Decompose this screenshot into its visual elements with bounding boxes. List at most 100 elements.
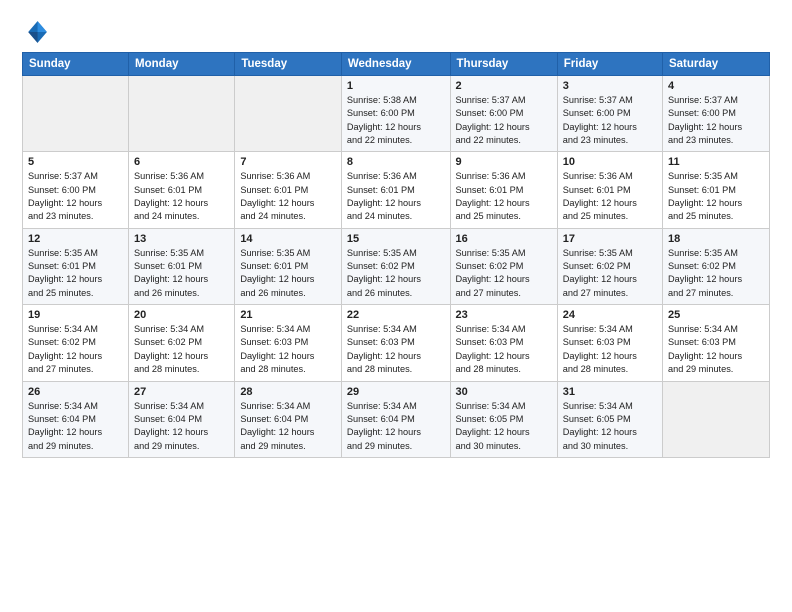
weekday-header-thursday: Thursday: [450, 53, 557, 76]
day-info: Sunrise: 5:35 AM Sunset: 6:02 PM Dayligh…: [563, 247, 657, 300]
calendar-cell: 6 Sunrise: 5:36 AM Sunset: 6:01 PM Daylig…: [129, 152, 235, 228]
day-info: Sunrise: 5:34 AM Sunset: 6:03 PM Dayligh…: [456, 323, 552, 376]
day-info: Sunrise: 5:35 AM Sunset: 6:02 PM Dayligh…: [668, 247, 764, 300]
day-info: Sunrise: 5:34 AM Sunset: 6:02 PM Dayligh…: [134, 323, 229, 376]
day-number: 31: [563, 386, 657, 398]
calendar-cell: 5Sunrise: 5:37 AM Sunset: 6:00 PM Daylig…: [23, 152, 129, 228]
day-info: Sunrise: 5:35 AM Sunset: 6:02 PM Dayligh…: [347, 247, 445, 300]
day-number: 13: [134, 233, 229, 245]
calendar-cell: 2 Sunrise: 5:37 AM Sunset: 6:00 PM Daylig…: [450, 76, 557, 152]
day-info: Sunrise: 5:35 AM Sunset: 6:02 PM Dayligh…: [456, 247, 552, 300]
week-row-5: 26 Sunrise: 5:34 AM Sunset: 6:04 PM Dayli…: [23, 381, 770, 457]
calendar-cell: 21 Sunrise: 5:34 AM Sunset: 6:03 PM Dayli…: [235, 305, 342, 381]
day-number: 15: [347, 233, 445, 245]
day-info: Sunrise: 5:34 AM Sunset: 6:03 PM Dayligh…: [668, 323, 764, 376]
calendar-cell: 19 Sunrise: 5:34 AM Sunset: 6:02 PM Dayli…: [23, 305, 129, 381]
day-info: Sunrise: 5:37 AM Sunset: 6:00 PM Dayligh…: [668, 94, 764, 147]
calendar-cell: [662, 381, 769, 457]
day-number: 16: [456, 233, 552, 245]
day-number: 28: [240, 386, 336, 398]
day-info: Sunrise: 5:34 AM Sunset: 6:03 PM Dayligh…: [240, 323, 336, 376]
day-info: Sunrise: 5:34 AM Sunset: 6:05 PM Dayligh…: [456, 400, 552, 453]
day-number: 22: [347, 309, 445, 321]
day-number: 9: [456, 156, 552, 168]
day-number: 2: [456, 80, 552, 92]
day-number: 10: [563, 156, 657, 168]
day-info: Sunrise: 5:36 AM Sunset: 6:01 PM Dayligh…: [347, 170, 445, 223]
day-info: Sunrise: 5:37 AM Sunset: 6:00 PM Dayligh…: [456, 94, 552, 147]
calendar-cell: 3 Sunrise: 5:37 AM Sunset: 6:00 PM Daylig…: [557, 76, 662, 152]
calendar-cell: 27 Sunrise: 5:34 AM Sunset: 6:04 PM Dayli…: [129, 381, 235, 457]
day-info: Sunrise: 5:37 AM Sunset: 6:00 PM Dayligh…: [28, 170, 123, 223]
weekday-header-monday: Monday: [129, 53, 235, 76]
calendar-cell: 20 Sunrise: 5:34 AM Sunset: 6:02 PM Dayli…: [129, 305, 235, 381]
calendar-cell: 24 Sunrise: 5:34 AM Sunset: 6:03 PM Dayli…: [557, 305, 662, 381]
day-number: 29: [347, 386, 445, 398]
calendar-cell: 28 Sunrise: 5:34 AM Sunset: 6:04 PM Dayli…: [235, 381, 342, 457]
calendar-cell: 22 Sunrise: 5:34 AM Sunset: 6:03 PM Dayli…: [341, 305, 450, 381]
day-number: 8: [347, 156, 445, 168]
weekday-header-friday: Friday: [557, 53, 662, 76]
day-info: Sunrise: 5:38 AM Sunset: 6:00 PM Dayligh…: [347, 94, 445, 147]
day-info: Sunrise: 5:36 AM Sunset: 6:01 PM Dayligh…: [134, 170, 229, 223]
day-number: 1: [347, 80, 445, 92]
page: SundayMondayTuesdayWednesdayThursdayFrid…: [0, 0, 792, 472]
day-info: Sunrise: 5:35 AM Sunset: 6:01 PM Dayligh…: [240, 247, 336, 300]
week-row-4: 19 Sunrise: 5:34 AM Sunset: 6:02 PM Dayli…: [23, 305, 770, 381]
day-info: Sunrise: 5:34 AM Sunset: 6:04 PM Dayligh…: [347, 400, 445, 453]
weekday-header-saturday: Saturday: [662, 53, 769, 76]
calendar-cell: 1 Sunrise: 5:38 AM Sunset: 6:00 PM Daylig…: [341, 76, 450, 152]
header: [22, 18, 770, 46]
calendar-cell: 26 Sunrise: 5:34 AM Sunset: 6:04 PM Dayli…: [23, 381, 129, 457]
day-info: Sunrise: 5:36 AM Sunset: 6:01 PM Dayligh…: [563, 170, 657, 223]
day-number: 20: [134, 309, 229, 321]
calendar-cell: 15 Sunrise: 5:35 AM Sunset: 6:02 PM Dayli…: [341, 228, 450, 304]
logo: [22, 18, 54, 46]
weekday-header-tuesday: Tuesday: [235, 53, 342, 76]
calendar-cell: 16 Sunrise: 5:35 AM Sunset: 6:02 PM Dayli…: [450, 228, 557, 304]
week-row-2: 5Sunrise: 5:37 AM Sunset: 6:00 PM Daylig…: [23, 152, 770, 228]
day-info: Sunrise: 5:37 AM Sunset: 6:00 PM Dayligh…: [563, 94, 657, 147]
day-number: 21: [240, 309, 336, 321]
day-info: Sunrise: 5:34 AM Sunset: 6:05 PM Dayligh…: [563, 400, 657, 453]
day-number: 12: [28, 233, 123, 245]
day-info: Sunrise: 5:34 AM Sunset: 6:04 PM Dayligh…: [240, 400, 336, 453]
calendar-cell: [23, 76, 129, 152]
day-number: 7: [240, 156, 336, 168]
day-info: Sunrise: 5:35 AM Sunset: 6:01 PM Dayligh…: [134, 247, 229, 300]
logo-icon: [22, 18, 50, 46]
day-number: 27: [134, 386, 229, 398]
day-number: 6: [134, 156, 229, 168]
day-info: Sunrise: 5:34 AM Sunset: 6:03 PM Dayligh…: [347, 323, 445, 376]
day-number: 17: [563, 233, 657, 245]
day-number: 18: [668, 233, 764, 245]
day-info: Sunrise: 5:34 AM Sunset: 6:03 PM Dayligh…: [563, 323, 657, 376]
day-info: Sunrise: 5:34 AM Sunset: 6:04 PM Dayligh…: [28, 400, 123, 453]
calendar-cell: [235, 76, 342, 152]
week-row-3: 12 Sunrise: 5:35 AM Sunset: 6:01 PM Dayli…: [23, 228, 770, 304]
day-info: Sunrise: 5:34 AM Sunset: 6:04 PM Dayligh…: [134, 400, 229, 453]
calendar-cell: 8 Sunrise: 5:36 AM Sunset: 6:01 PM Daylig…: [341, 152, 450, 228]
calendar-cell: 31 Sunrise: 5:34 AM Sunset: 6:05 PM Dayli…: [557, 381, 662, 457]
day-info: Sunrise: 5:34 AM Sunset: 6:02 PM Dayligh…: [28, 323, 123, 376]
day-number: 25: [668, 309, 764, 321]
day-number: 24: [563, 309, 657, 321]
calendar-cell: 13 Sunrise: 5:35 AM Sunset: 6:01 PM Dayli…: [129, 228, 235, 304]
calendar-cell: 17 Sunrise: 5:35 AM Sunset: 6:02 PM Dayli…: [557, 228, 662, 304]
day-number: 3: [563, 80, 657, 92]
day-info: Sunrise: 5:36 AM Sunset: 6:01 PM Dayligh…: [240, 170, 336, 223]
day-number: 19: [28, 309, 123, 321]
day-number: 11: [668, 156, 764, 168]
calendar-cell: 7 Sunrise: 5:36 AM Sunset: 6:01 PM Daylig…: [235, 152, 342, 228]
day-info: Sunrise: 5:36 AM Sunset: 6:01 PM Dayligh…: [456, 170, 552, 223]
weekday-header-wednesday: Wednesday: [341, 53, 450, 76]
day-number: 26: [28, 386, 123, 398]
day-number: 23: [456, 309, 552, 321]
day-number: 14: [240, 233, 336, 245]
calendar-cell: 29 Sunrise: 5:34 AM Sunset: 6:04 PM Dayli…: [341, 381, 450, 457]
calendar-cell: 9 Sunrise: 5:36 AM Sunset: 6:01 PM Daylig…: [450, 152, 557, 228]
week-row-1: 1 Sunrise: 5:38 AM Sunset: 6:00 PM Daylig…: [23, 76, 770, 152]
calendar-cell: 4Sunrise: 5:37 AM Sunset: 6:00 PM Daylig…: [662, 76, 769, 152]
calendar-cell: 23 Sunrise: 5:34 AM Sunset: 6:03 PM Dayli…: [450, 305, 557, 381]
calendar-cell: 10 Sunrise: 5:36 AM Sunset: 6:01 PM Dayli…: [557, 152, 662, 228]
